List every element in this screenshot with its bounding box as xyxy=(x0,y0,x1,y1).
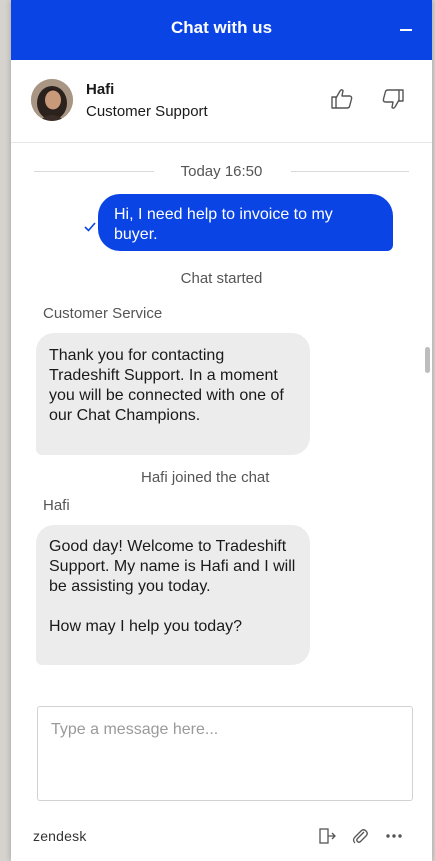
agent-role: Customer Support xyxy=(86,103,208,120)
scrollbar-thumb[interactable] xyxy=(425,347,430,373)
thumbs-up-icon[interactable] xyxy=(329,86,355,112)
agent-joined-notice: Hafi joined the chat xyxy=(141,469,270,486)
more-options-icon[interactable] xyxy=(384,826,404,846)
chat-header: Chat with us xyxy=(11,0,432,60)
message-sender: Customer Service xyxy=(43,305,163,322)
chat-widget: Chat with us Hafi Customer Support Today… xyxy=(11,0,432,861)
zendesk-logo: zendesk xyxy=(33,828,87,844)
chat-footer: zendesk xyxy=(11,814,432,861)
chat-started-notice: Chat started xyxy=(180,270,263,287)
date-divider: Today 16:50 xyxy=(34,160,409,180)
incoming-message: Good day! Welcome to Tradeshift Support.… xyxy=(36,525,310,665)
message-sender: Hafi xyxy=(43,497,70,514)
agent-name: Hafi xyxy=(86,81,115,98)
attachment-icon[interactable] xyxy=(350,826,370,846)
check-icon xyxy=(84,219,96,232)
minus-icon[interactable] xyxy=(392,14,420,42)
agent-info: Hafi Customer Support xyxy=(11,60,432,143)
incoming-message: Thank you for contacting Tradeshift Supp… xyxy=(36,333,310,455)
message-input[interactable]: Type a message here... xyxy=(37,706,413,801)
thumbs-down-icon[interactable] xyxy=(380,86,406,112)
end-chat-icon[interactable] xyxy=(317,826,337,846)
avatar xyxy=(31,79,73,121)
chat-title: Chat with us xyxy=(170,18,273,37)
message-feed[interactable]: Today 16:50 Hi, I need help to invoice t… xyxy=(11,143,432,683)
outgoing-message: Hi, I need help to invoice to my buyer. xyxy=(98,194,393,251)
